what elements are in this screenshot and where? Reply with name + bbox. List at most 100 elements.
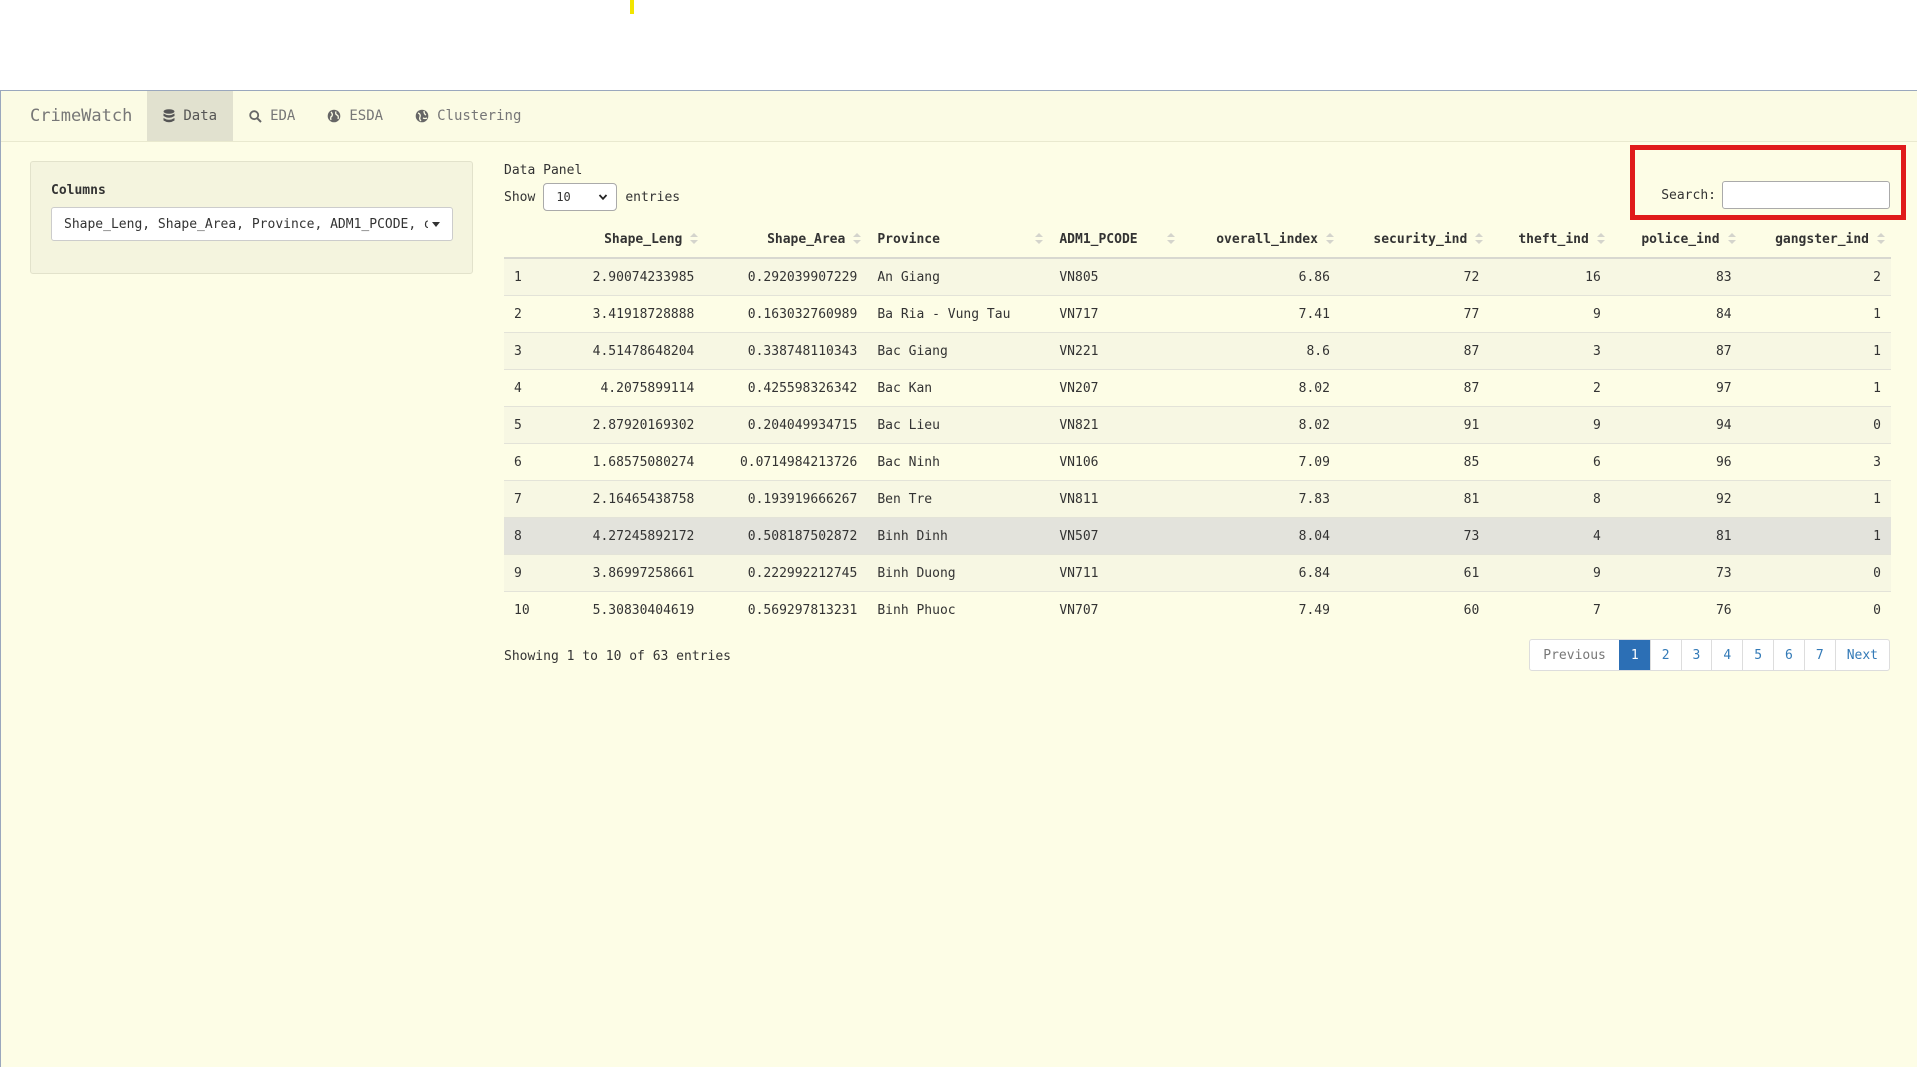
cell-shape-leng: 1.68575080274 [560, 443, 705, 481]
table-row[interactable]: 9 3.86997258661 0.222992212745 Binh Duon… [504, 554, 1891, 592]
table-row[interactable]: 4 4.2075899114 0.425598326342 Bac Kan VN… [504, 369, 1891, 407]
cell-shape-area: 0.0714984213726 [704, 443, 868, 481]
cell-gangster-ind: 3 [1741, 443, 1891, 481]
table-row[interactable]: 1 2.90074233985 0.292039907229 An Giang … [504, 257, 1891, 296]
cell-gangster-ind: 2 [1741, 257, 1891, 296]
sort-icon [1325, 233, 1334, 245]
page-length-control: Show 10 entries [504, 183, 680, 211]
cell-shape-leng: 4.2075899114 [560, 369, 705, 407]
table-row[interactable]: 10 5.30830404619 0.569297813231 Binh Phu… [504, 591, 1891, 628]
table-row[interactable]: 3 4.51478648204 0.338748110343 Bac Giang… [504, 332, 1891, 370]
cell-police-ind: 84 [1610, 295, 1742, 333]
table-row[interactable]: 7 2.16465438758 0.193919666267 Ben Tre V… [504, 480, 1891, 518]
sort-icon [1035, 233, 1044, 245]
cell-security-ind: 77 [1339, 295, 1490, 333]
cell-shape-area: 0.569297813231 [704, 591, 868, 628]
cell-police-ind: 97 [1610, 369, 1742, 407]
page-length-value: 10 [556, 190, 571, 204]
header-overall-index[interactable]: overall_index [1181, 221, 1340, 259]
chevron-down-icon [599, 194, 608, 201]
cell-gangster-ind: 0 [1741, 591, 1891, 628]
header-theft-ind[interactable]: theft_ind [1489, 221, 1611, 259]
header-province[interactable]: Province [867, 221, 1050, 259]
cell-security-ind: 72 [1339, 257, 1490, 296]
header-adm1-pcode[interactable]: ADM1_PCODE [1049, 221, 1182, 259]
cell-index: 5 [504, 406, 560, 444]
table-row[interactable]: 5 2.87920169302 0.204049934715 Bac Lieu … [504, 406, 1891, 444]
sort-icon [1877, 233, 1885, 245]
cell-shape-leng: 4.51478648204 [560, 332, 705, 370]
sort-icon [1727, 233, 1736, 245]
cell-gangster-ind: 0 [1741, 406, 1891, 444]
cell-security-ind: 81 [1339, 480, 1490, 518]
header-security-ind[interactable]: security_ind [1339, 221, 1490, 259]
tab-clustering[interactable]: Clustering [399, 91, 537, 141]
header-gangster-ind[interactable]: gangster_ind [1741, 221, 1891, 259]
page-button-4[interactable]: 4 [1711, 640, 1742, 670]
header-police-ind[interactable]: police_ind [1610, 221, 1742, 259]
cell-adm1-pcode: VN207 [1049, 369, 1182, 407]
search-input[interactable] [1722, 181, 1890, 209]
cell-overall-index: 7.09 [1181, 443, 1340, 481]
cell-overall-index: 6.84 [1181, 554, 1340, 592]
next-button[interactable]: Next [1834, 640, 1889, 670]
database-icon [163, 109, 175, 123]
brand-title: CrimeWatch [30, 106, 133, 126]
page-button-7[interactable]: 7 [1803, 640, 1835, 670]
cell-gangster-ind: 1 [1741, 369, 1891, 407]
cell-security-ind: 61 [1339, 554, 1490, 592]
show-label: Show [504, 189, 536, 205]
tab-data[interactable]: Data [147, 91, 234, 141]
cell-province: Bac Kan [867, 369, 1050, 407]
page-length-select[interactable]: 10 [543, 183, 618, 211]
table-row[interactable]: 2 3.41918728888 0.163032760989 Ba Ria - … [504, 295, 1891, 333]
cell-theft-ind: 9 [1489, 554, 1611, 592]
page-button-6[interactable]: 6 [1773, 640, 1804, 670]
entries-label: entries [625, 189, 681, 205]
search-label: Search: [1661, 187, 1716, 203]
cell-adm1-pcode: VN707 [1049, 591, 1182, 628]
cell-shape-area: 0.163032760989 [704, 295, 868, 333]
sort-icon [853, 233, 862, 245]
cell-gangster-ind: 1 [1741, 332, 1891, 370]
cell-theft-ind: 7 [1489, 591, 1611, 628]
page-button-3[interactable]: 3 [1680, 640, 1712, 670]
tab-esda[interactable]: ESDA [311, 91, 399, 141]
previous-button[interactable]: Previous [1530, 640, 1619, 670]
cell-shape-leng: 2.87920169302 [560, 406, 705, 444]
cell-province: Bac Ninh [867, 443, 1050, 481]
cell-gangster-ind: 1 [1741, 480, 1891, 518]
navbar: CrimeWatch Data EDA ESDA Clustering [1, 91, 1917, 142]
cell-security-ind: 91 [1339, 406, 1490, 444]
cell-overall-index: 7.41 [1181, 295, 1340, 333]
cell-adm1-pcode: VN106 [1049, 443, 1182, 481]
cell-security-ind: 85 [1339, 443, 1490, 481]
tab-eda-label: EDA [270, 108, 296, 124]
columns-picker-value: Shape_Leng, Shape_Area, Province, ADM1_P… [64, 216, 428, 232]
cell-security-ind: 73 [1339, 517, 1490, 555]
columns-picker[interactable]: Shape_Leng, Shape_Area, Province, ADM1_P… [51, 207, 453, 241]
sort-icon [1475, 233, 1484, 245]
cell-index: 1 [504, 257, 560, 296]
cell-index: 8 [504, 517, 560, 555]
page-button-2[interactable]: 2 [1649, 640, 1681, 670]
table-row[interactable]: 6 1.68575080274 0.0714984213726 Bac Ninh… [504, 443, 1891, 481]
cell-security-ind: 60 [1339, 591, 1490, 628]
page-button-1[interactable]: 1 [1618, 640, 1650, 670]
cell-theft-ind: 16 [1489, 257, 1611, 296]
cell-shape-leng: 3.41918728888 [560, 295, 705, 333]
page-button-5[interactable]: 5 [1742, 640, 1773, 670]
table-row[interactable]: 8 4.27245892172 0.508187502872 Binh Dinh… [504, 517, 1891, 555]
cell-overall-index: 8.04 [1181, 517, 1340, 555]
cell-overall-index: 7.83 [1181, 480, 1340, 518]
header-shape-area[interactable]: Shape_Area [704, 221, 868, 259]
cell-shape-area: 0.425598326342 [704, 369, 868, 407]
cell-security-ind: 87 [1339, 332, 1490, 370]
cell-overall-index: 8.02 [1181, 406, 1340, 444]
cell-shape-leng: 2.90074233985 [560, 257, 705, 296]
tab-eda[interactable]: EDA [233, 91, 311, 141]
cursor-marker [630, 0, 634, 14]
header-shape-leng[interactable]: Shape_Leng [560, 221, 705, 259]
search-icon [249, 109, 262, 123]
cell-index: 7 [504, 480, 560, 518]
